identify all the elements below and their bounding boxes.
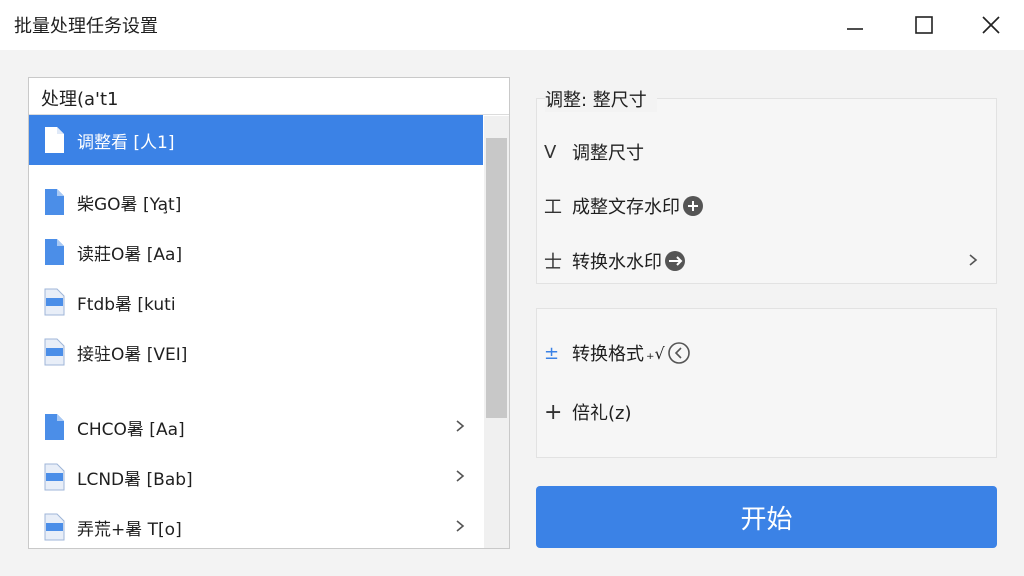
convert-watermark-option[interactable]: 士 转换水水印 xyxy=(544,245,686,277)
list-header-label: 处理(a't1 xyxy=(41,89,119,110)
start-button[interactable]: 开始 xyxy=(536,486,997,548)
list-items: 调整看 [人1] 柴GO暑 [Ya̧t] 读莊O暑 [Aa] Ftdb暑 [ku… xyxy=(29,115,483,548)
output-group xyxy=(536,308,997,458)
image-doc-icon xyxy=(44,513,65,541)
list-item-label: 弄荒+暑 T[o] xyxy=(77,519,182,540)
image-doc-icon xyxy=(44,463,65,491)
convert-icon: ± xyxy=(544,342,560,364)
chevron-right-icon xyxy=(969,254,978,266)
swap-circle-icon xyxy=(665,251,685,271)
minimize-icon xyxy=(847,28,863,30)
list-item[interactable]: 接驻O暑 [VEI] xyxy=(29,327,483,377)
chevron-right-icon xyxy=(456,520,465,532)
list-item-label: Ftdb暑 [kuti xyxy=(77,294,176,315)
align-icon: 工 xyxy=(544,197,562,218)
minimize-button[interactable] xyxy=(822,0,888,50)
add-watermark-option[interactable]: 工 成整文存水印 xyxy=(544,190,704,222)
clock-icon xyxy=(667,342,690,364)
resize-icon: ᐯ xyxy=(544,141,557,163)
maximize-button[interactable] xyxy=(891,0,957,50)
list-item[interactable]: 柴GO暑 [Ya̧t] xyxy=(29,177,483,227)
document-icon xyxy=(45,414,64,440)
list-item-label: CHCO暑 [Aa] xyxy=(77,419,185,440)
task-list[interactable]: 处理(a't1 调整看 [人1] 柴GO暑 [Ya̧t] 读莊O暑 [Aa] F… xyxy=(28,77,510,549)
window-title: 批量处理任务设置 xyxy=(14,16,158,37)
list-item[interactable]: Ftdb暑 [kuti xyxy=(29,277,483,327)
image-doc-icon xyxy=(44,338,65,366)
list-item-label: 柴GO暑 [Ya̧t] xyxy=(77,194,182,215)
chevron-right-icon xyxy=(456,420,465,432)
list-item[interactable]: 读莊O暑 [Aa] xyxy=(29,227,483,277)
list-header: 处理(a't1 xyxy=(29,78,509,115)
list-item[interactable]: LCND暑 [Bab] xyxy=(29,452,483,502)
operations-group-title: 调整: 整尺寸 xyxy=(545,86,657,112)
align-icon: 士 xyxy=(544,252,562,273)
list-scrollbar[interactable] xyxy=(484,116,509,548)
convert-format-option[interactable]: ± 转换格式 ₊√ xyxy=(544,337,691,369)
rename-option[interactable]: + 倍礼(z) xyxy=(544,396,632,428)
document-icon xyxy=(45,239,64,265)
list-item[interactable]: CHCO暑 [Aa] xyxy=(29,402,483,452)
image-doc-icon xyxy=(44,288,65,316)
resize-option[interactable]: ᐯ 调整尺寸 xyxy=(544,136,644,168)
list-item-label: 接驻O暑 [VEI] xyxy=(77,344,188,365)
list-item-label: LCND暑 [Bab] xyxy=(77,469,193,490)
list-item-label: 读莊O暑 [Aa] xyxy=(77,244,183,265)
maximize-icon xyxy=(915,16,933,34)
list-item[interactable]: 弄荒+暑 T[o] xyxy=(29,502,483,548)
list-item-label: 调整看 [人1] xyxy=(77,132,175,153)
scrollbar-thumb[interactable] xyxy=(486,138,507,418)
add-circle-icon xyxy=(683,196,703,216)
close-icon xyxy=(982,16,1000,34)
document-icon xyxy=(45,189,64,215)
list-item[interactable]: 调整看 [人1] xyxy=(29,115,483,165)
plus-icon: + xyxy=(544,399,563,425)
file-icon xyxy=(45,127,64,153)
close-button[interactable] xyxy=(958,0,1024,50)
chevron-right-icon xyxy=(456,470,465,482)
title-bar: 批量处理任务设置 xyxy=(0,0,1024,50)
